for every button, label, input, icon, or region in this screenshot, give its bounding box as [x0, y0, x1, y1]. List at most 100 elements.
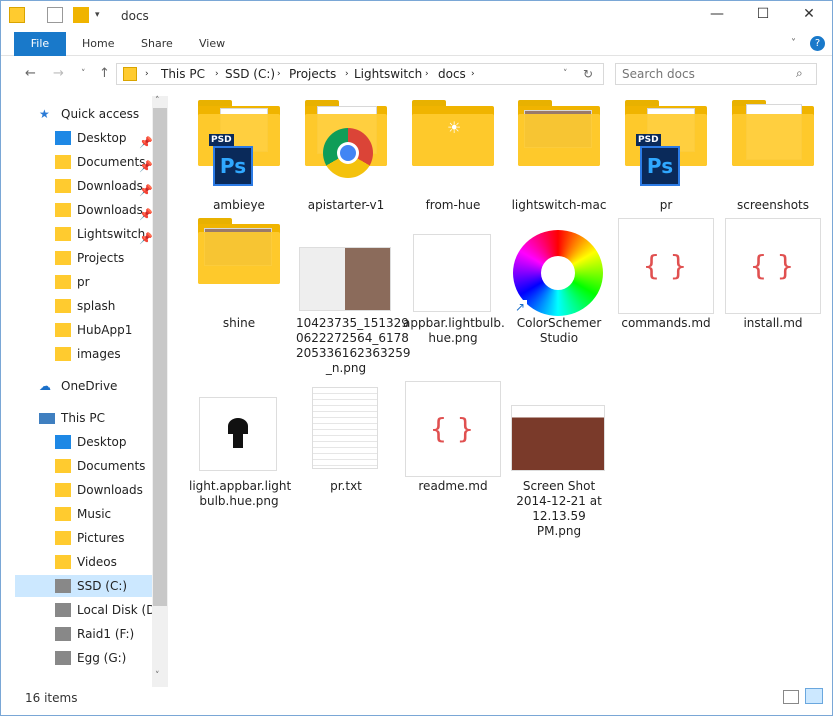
nav-quick-item[interactable]: splash: [15, 295, 155, 317]
nav-label: Downloads: [77, 483, 143, 497]
explorer-window: ▾ docs — ☐ ✕ File Home Share View ˅ ? ← …: [0, 0, 833, 716]
up-button[interactable]: ↑: [99, 66, 110, 81]
nav-quick-item[interactable]: Lightswitch 📌: [15, 223, 155, 245]
close-button[interactable]: ✕: [786, 1, 832, 29]
folder-icon: [55, 275, 71, 289]
file-name: pr: [659, 198, 673, 212]
search-icon[interactable]: ⌕: [796, 66, 803, 81]
forward-button[interactable]: →: [53, 66, 64, 81]
recent-dropdown-icon[interactable]: ˅: [81, 69, 86, 79]
pictures-icon: [55, 531, 71, 545]
tab-file[interactable]: File: [14, 32, 66, 56]
nav-pc-item[interactable]: Egg (G:): [15, 647, 155, 669]
star-icon: ★: [39, 107, 50, 121]
documents-icon: [55, 155, 71, 169]
nav-this-pc[interactable]: This PC: [15, 407, 155, 429]
window-title: docs: [121, 9, 149, 23]
nav-onedrive[interactable]: ☁ OneDrive: [15, 375, 155, 397]
lightbulb-icon: [199, 397, 277, 471]
nav-pc-item[interactable]: Raid1 (F:): [15, 623, 155, 645]
scroll-thumb[interactable]: [153, 108, 167, 606]
file-name: commands.md: [621, 316, 711, 330]
nav-quick-item[interactable]: Desktop 📌: [15, 127, 155, 149]
nav-pc-item[interactable]: Desktop: [15, 431, 155, 453]
tab-share[interactable]: Share: [141, 32, 173, 56]
search-input[interactable]: [622, 67, 792, 81]
hue-logo-icon: ☀: [447, 118, 462, 137]
navigation-pane[interactable]: ★ Quick access Desktop 📌 Documents 📌 Downloa…: [15, 96, 155, 688]
nav-quick-access[interactable]: ★ Quick access: [15, 103, 155, 125]
large-icons-view-icon[interactable]: [805, 688, 823, 704]
crumb-sep-icon[interactable]: ›: [145, 69, 149, 79]
nav-label: Documents: [77, 459, 146, 473]
nav-label: HubApp1: [77, 323, 133, 337]
crumb-this-pc[interactable]: This PC: [161, 67, 205, 81]
crumb-ssd[interactable]: SSD (C:): [225, 67, 275, 81]
crumb-lightswitch[interactable]: Lightswitch: [354, 67, 422, 81]
crumb-sep-icon[interactable]: ›: [345, 69, 349, 79]
folder-icon: [732, 100, 814, 166]
folder-icon: [518, 100, 600, 166]
music-icon: [55, 507, 71, 521]
crumb-sep-icon[interactable]: ›: [215, 69, 219, 79]
file-name: light.appbar.light bulb.hue.png: [189, 479, 292, 508]
folder-icon: [9, 7, 25, 23]
file-name: apistarter-v1: [307, 198, 385, 212]
minimize-button[interactable]: —: [694, 1, 740, 29]
folder-icon: [55, 227, 71, 241]
nav-pc-item[interactable]: Downloads: [15, 479, 155, 501]
file-name: screenshots: [736, 198, 810, 212]
psd-badge-icon: PSD: [209, 134, 234, 146]
nav-label: Documents: [77, 155, 146, 169]
tab-view[interactable]: View: [199, 32, 225, 56]
nav-pc-item[interactable]: Local Disk (D:): [15, 599, 155, 621]
help-icon[interactable]: ?: [810, 36, 825, 51]
item-count: 16 items: [25, 691, 78, 705]
customize-dropdown-icon[interactable]: ▾: [95, 7, 111, 23]
nav-pc-item[interactable]: Videos: [15, 551, 155, 573]
nav-label: pr: [77, 275, 90, 289]
nav-quick-item[interactable]: pr: [15, 271, 155, 293]
scroll-up-icon[interactable]: ˄: [155, 96, 160, 106]
crumb-docs[interactable]: docs: [438, 67, 466, 81]
cloud-icon: ☁: [39, 379, 51, 393]
file-name: install.md: [743, 316, 803, 330]
markdown-file-icon: {}: [725, 218, 821, 314]
nav-quick-item[interactable]: Documents 📌: [15, 151, 155, 173]
nav-pc-item[interactable]: SSD (C:): [15, 575, 155, 597]
search-box[interactable]: ⌕: [615, 63, 817, 85]
crumb-sep-icon[interactable]: ›: [277, 69, 281, 79]
expand-ribbon-icon[interactable]: ˅: [791, 32, 796, 56]
maximize-button[interactable]: ☐: [740, 1, 786, 29]
nav-quick-item[interactable]: Projects: [15, 247, 155, 269]
nav-pc-item[interactable]: Pictures: [15, 527, 155, 549]
crumb-projects[interactable]: Projects: [289, 67, 336, 81]
text-file-icon: [312, 387, 378, 469]
file-name: ambieye: [213, 198, 265, 212]
details-view-icon[interactable]: [783, 690, 799, 704]
back-button[interactable]: ←: [25, 66, 36, 81]
folder-icon: [123, 67, 137, 81]
folder-icon: [55, 299, 71, 313]
breadcrumb[interactable]: › This PC › SSD (C:) › Projects › Lights…: [116, 63, 604, 85]
nav-pc-item[interactable]: Music: [15, 503, 155, 525]
nav-label: SSD (C:): [77, 579, 128, 593]
crumb-sep-icon[interactable]: ›: [471, 69, 475, 79]
nav-quick-item[interactable]: images: [15, 343, 155, 365]
nav-quick-item[interactable]: Downloads 📌: [15, 199, 155, 221]
scroll-down-icon[interactable]: ˅: [155, 671, 160, 681]
file-name: readme.md: [418, 479, 488, 493]
nav-pc-item[interactable]: Documents: [15, 455, 155, 477]
folder-icon: [198, 218, 280, 284]
nav-scrollbar[interactable]: ˄ ˅: [152, 96, 168, 688]
chrome-icon: [323, 128, 373, 178]
crumb-sep-icon[interactable]: ›: [425, 69, 429, 79]
tab-home[interactable]: Home: [82, 32, 114, 56]
nav-quick-item[interactable]: Downloads 📌: [15, 175, 155, 197]
new-folder-icon[interactable]: [73, 7, 89, 23]
properties-icon[interactable]: [47, 7, 63, 23]
nav-quick-item[interactable]: HubApp1: [15, 319, 155, 341]
photoshop-icon: Ps: [640, 146, 680, 186]
refresh-button[interactable]: ↻: [583, 67, 593, 81]
address-dropdown-icon[interactable]: ˅: [563, 69, 568, 79]
